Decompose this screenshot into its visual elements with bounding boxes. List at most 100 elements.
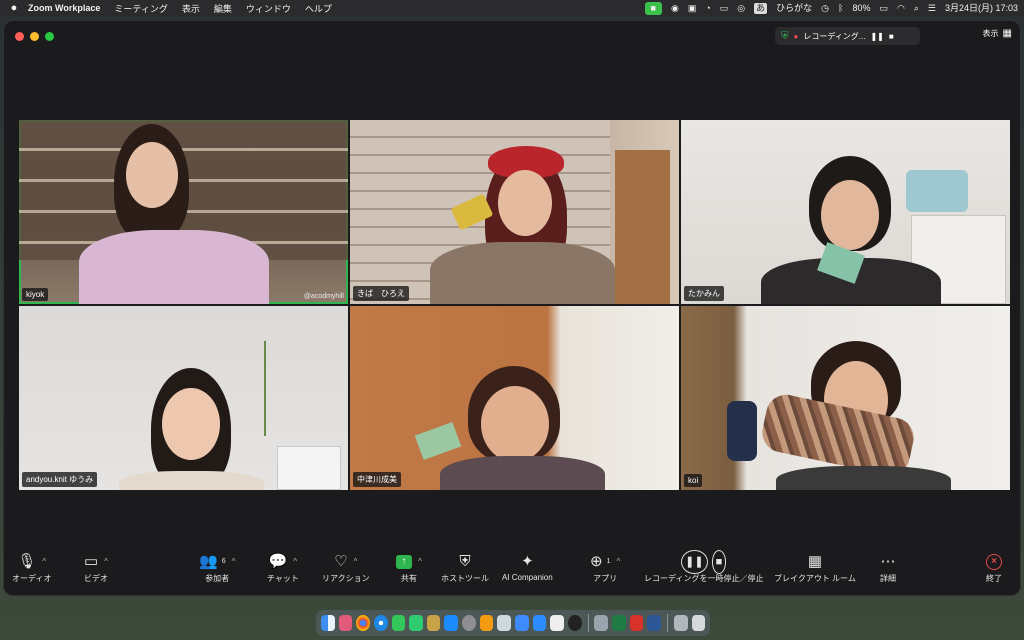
recording-indicator[interactable]: ⛨ ● レコーディング... ❚❚ ■ (775, 27, 920, 45)
input-method-label[interactable]: ひらがな (776, 0, 812, 16)
video-tile[interactable]: kiyok @acodmyhill (19, 120, 348, 304)
participants-icon: 👥 (199, 553, 218, 570)
finder-icon[interactable] (321, 615, 335, 631)
spotlight-icon[interactable]: ⌕ (914, 0, 919, 16)
audio-options-chevron-icon[interactable]: ^ (42, 551, 46, 573)
share-button[interactable]: ↑ ^ 共有 (396, 551, 422, 584)
quicktime-icon[interactable] (567, 615, 582, 631)
audio-button[interactable]: 🎙 ^ オーディオ (12, 551, 51, 584)
zoom-meeting-window: ⛨ ● レコーディング... ❚❚ ■ 表示 ▦ kiyok @acodmyhi… (3, 20, 1021, 596)
chrome-icon[interactable] (356, 615, 370, 631)
reactions-button[interactable]: ♡ ^ リアクション (322, 551, 370, 584)
pause-recording-icon[interactable]: ❚❚ (681, 550, 708, 574)
participant-name: きば ひろえ (353, 286, 409, 301)
stop-recording-icon[interactable]: ■ (711, 550, 727, 574)
participants-options-chevron-icon[interactable]: ^ (232, 551, 236, 573)
excel-icon[interactable] (612, 615, 626, 631)
apple-menu-icon[interactable]: ● (0, 2, 28, 14)
mail-icon[interactable] (515, 615, 529, 631)
zoom-window-button[interactable] (45, 32, 54, 41)
menu-meeting[interactable]: ミーティング (114, 2, 167, 15)
pause-recording-icon[interactable]: ❚❚ (870, 32, 883, 41)
view-button[interactable]: 表示 ▦ (983, 28, 1012, 39)
menu-edit[interactable]: 編集 (214, 2, 232, 15)
zoom-camera-status-icon[interactable]: ■ (644, 2, 662, 15)
recording-label: レコーディング... (803, 31, 866, 41)
clock-icon[interactable]: ◔ (705, 0, 710, 16)
dock-separator (587, 614, 589, 632)
video-tile[interactable]: koi (681, 306, 1010, 490)
apps-button[interactable]: ⊕ 1 ^ アプリ (590, 551, 620, 584)
control-center-icon[interactable]: ☰ (928, 0, 936, 16)
breakout-rooms-button[interactable]: ▦ ブレイクアウト ルーム (774, 551, 856, 584)
video-tile[interactable]: きば ひろえ (350, 120, 679, 304)
battery-percent[interactable]: 80% (852, 0, 870, 16)
minimize-window-button[interactable] (30, 32, 39, 41)
time-machine-icon[interactable]: ◷ (821, 0, 829, 16)
video-tile[interactable]: 中津川成美 (350, 306, 679, 490)
dock-separator (667, 614, 668, 632)
participant-name: たかみん (684, 286, 724, 301)
menu-view[interactable]: 表示 (182, 2, 200, 15)
textedit-icon[interactable] (550, 615, 564, 631)
notes-icon[interactable]: ▣ (688, 0, 697, 16)
background-watermark: @acodmyhill (303, 293, 344, 300)
reactions-options-chevron-icon[interactable]: ^ (354, 551, 358, 573)
share-options-chevron-icon[interactable]: ^ (418, 551, 422, 573)
pages-icon[interactable] (479, 615, 494, 631)
recording-control-button[interactable]: ❚❚ ■ レコーディングを一時停止／停止 (644, 550, 763, 584)
apps-options-chevron-icon[interactable]: ^ (616, 551, 620, 573)
menu-window[interactable]: ウィンドウ (246, 2, 291, 15)
battery-icon[interactable]: ▭ (879, 0, 888, 16)
stop-recording-icon[interactable]: ■ (889, 32, 894, 41)
chat-options-chevron-icon[interactable]: ^ (293, 551, 297, 573)
acrobat-icon[interactable] (629, 615, 644, 631)
close-window-button[interactable] (15, 32, 24, 41)
view-label: 表示 (982, 29, 999, 38)
safari-icon[interactable] (373, 615, 388, 631)
participants-button[interactable]: 👥 6 ^ 参加者 (199, 551, 235, 584)
display-icon[interactable]: ▭ (720, 0, 729, 16)
share-arrow-icon: ↑ (396, 555, 412, 569)
end-x-icon: × (986, 554, 1002, 570)
participant-name: 中津川成美 (353, 472, 401, 487)
app-menu[interactable]: Zoom Workplace (28, 3, 100, 13)
shield-icon: ⛨ (459, 553, 471, 570)
participant-name: kiyok (22, 288, 49, 301)
breakout-grid-icon: ▦ (807, 553, 822, 570)
host-tools-button[interactable]: ⛨ ホストツール (441, 551, 489, 584)
ai-companion-button[interactable]: ✦ AI Companion (502, 551, 553, 582)
app-store-icon[interactable] (444, 615, 459, 631)
menu-help[interactable]: ヘルプ (305, 2, 332, 15)
video-button[interactable]: ▭ ^ ビデオ (84, 551, 108, 584)
launchpad-icon[interactable] (338, 615, 353, 631)
screenshot-icon[interactable] (594, 615, 609, 631)
video-options-chevron-icon[interactable]: ^ (104, 551, 108, 573)
video-tile[interactable]: たかみん (681, 120, 1010, 304)
screen-record-icon[interactable]: ◉ (671, 0, 679, 16)
trash-icon[interactable] (691, 615, 706, 631)
zoom-app-icon[interactable] (532, 615, 547, 631)
breakout-label: ブレイクアウト ルーム (774, 574, 856, 583)
word-icon[interactable] (647, 615, 662, 631)
more-button[interactable]: ⋯ 詳細 (880, 551, 896, 584)
chat-button[interactable]: 💬 ^ チャット (267, 551, 299, 584)
participant-name: andyou.knit ゆうみ (22, 472, 98, 487)
downloads-folder-icon[interactable] (673, 615, 688, 631)
wifi-icon[interactable]: ◠ (897, 0, 905, 16)
macos-dock (316, 610, 710, 636)
end-meeting-button[interactable]: × 終了 (986, 551, 1002, 584)
input-source-icon[interactable]: あ (754, 2, 768, 14)
airdrop-icon[interactable]: ◎ (737, 0, 745, 16)
menu-clock[interactable]: 3月24日(月) 17:03 (945, 0, 1018, 16)
participants-count: 6 (221, 558, 226, 565)
reactions-label: リアクション (322, 574, 370, 583)
messages-icon[interactable] (391, 615, 406, 631)
notes-app-icon[interactable] (426, 615, 441, 631)
bluetooth-icon[interactable]: ᛒ (838, 0, 843, 16)
ai-companion-label: AI Companion (502, 573, 553, 582)
facetime-icon[interactable] (409, 615, 423, 631)
video-tile[interactable]: andyou.knit ゆうみ (19, 306, 348, 490)
preview-icon[interactable] (497, 615, 512, 631)
system-settings-icon[interactable] (462, 615, 476, 631)
